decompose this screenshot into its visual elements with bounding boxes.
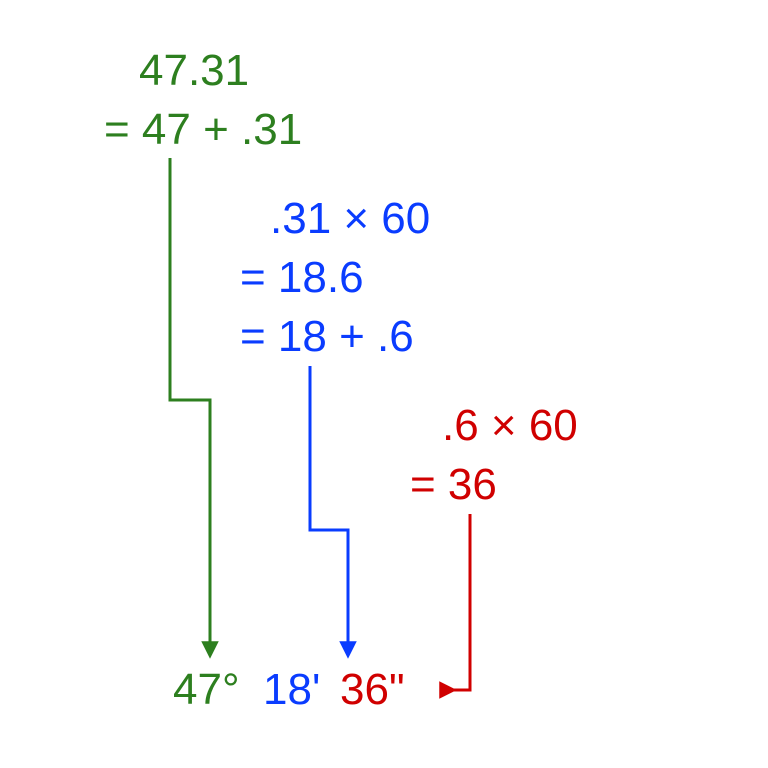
result-degrees: 47° [173,666,240,714]
degrees-line2: = 47 + .31 [104,106,302,154]
degrees-line1: 47.31 [139,47,249,95]
arrow-minutes [310,366,348,650]
seconds-line1: .6 × 60 [442,402,578,450]
result-seconds: 36" [340,666,405,714]
result-minutes: 18' [263,666,320,714]
seconds-line2: = 36 [410,461,497,509]
diagram-stage: 47.31 = 47 + .31 .31 × 60 = 18.6 = 18 + … [0,0,768,768]
minutes-line3: = 18 + .6 [240,313,414,361]
minutes-line1: .31 × 60 [270,195,430,243]
arrow-degrees [170,158,210,650]
minutes-line2: = 18.6 [240,254,364,302]
arrow-seconds [448,514,470,690]
